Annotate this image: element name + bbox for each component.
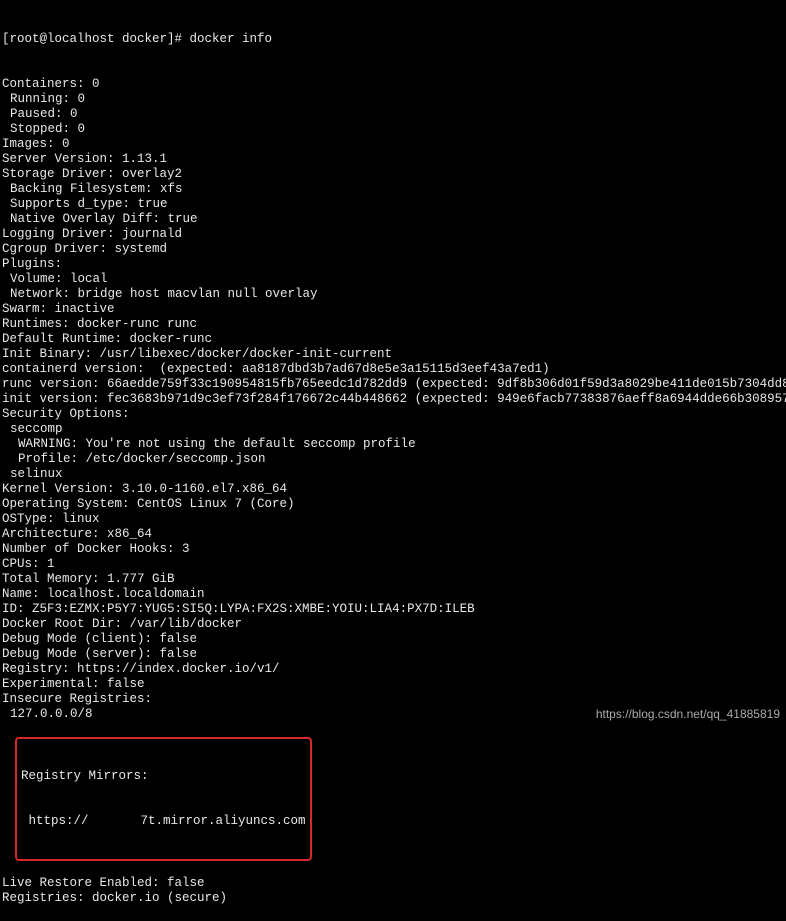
registry-mirrors-label: Registry Mirrors: — [21, 769, 306, 784]
output-line: Storage Driver: overlay2 — [2, 167, 784, 182]
output-line: Backing Filesystem: xfs — [2, 182, 784, 197]
output-line: Running: 0 — [2, 92, 784, 107]
output-line: Supports d_type: true — [2, 197, 784, 212]
output-line: Logging Driver: journald — [2, 227, 784, 242]
output-line: Volume: local — [2, 272, 784, 287]
registry-mirror-url: https://7t.mirror.aliyuncs.com — [21, 814, 306, 829]
output-line: Docker Root Dir: /var/lib/docker — [2, 617, 784, 632]
output-line: Init Binary: /usr/libexec/docker/docker-… — [2, 347, 784, 362]
prompt-line: [root@localhost docker]# docker info — [2, 32, 784, 47]
output-line: CPUs: 1 — [2, 557, 784, 572]
output-line: runc version: 66aedde759f33c190954815fb7… — [2, 377, 784, 392]
output-line: WARNING: You're not using the default se… — [2, 437, 784, 452]
output-line: Debug Mode (client): false — [2, 632, 784, 647]
output-line: Kernel Version: 3.10.0-1160.el7.x86_64 — [2, 482, 784, 497]
output-line: Security Options: — [2, 407, 784, 422]
output-line: Paused: 0 — [2, 107, 784, 122]
output-line: Profile: /etc/docker/seccomp.json — [2, 452, 784, 467]
output-line: Cgroup Driver: systemd — [2, 242, 784, 257]
output-line: Images: 0 — [2, 137, 784, 152]
registry-mirrors-highlight: Registry Mirrors: https://7t.mirror.aliy… — [15, 737, 312, 861]
output-line: Number of Docker Hooks: 3 — [2, 542, 784, 557]
output-line: Registry: https://index.docker.io/v1/ — [2, 662, 784, 677]
output-line: ID: Z5F3:EZMX:P5Y7:YUG5:SI5Q:LYPA:FX2S:X… — [2, 602, 784, 617]
output-line: Default Runtime: docker-runc — [2, 332, 784, 347]
output-line: Network: bridge host macvlan null overla… — [2, 287, 784, 302]
terminal-output: [root@localhost docker]# docker info Con… — [2, 2, 784, 921]
watermark-text: https://blog.csdn.net/qq_41885819 — [596, 707, 780, 722]
output-line: init version: fec3683b971d9c3ef73f284f17… — [2, 392, 784, 407]
output-line: Runtimes: docker-runc runc — [2, 317, 784, 332]
output-line: Stopped: 0 — [2, 122, 784, 137]
redacted-segment — [89, 814, 141, 826]
output-line: Server Version: 1.13.1 — [2, 152, 784, 167]
output-line: Insecure Registries: — [2, 692, 784, 707]
output-line: selinux — [2, 467, 784, 482]
output-line: containerd version: (expected: aa8187dbd… — [2, 362, 784, 377]
output-line: Registries: docker.io (secure) — [2, 891, 784, 906]
output-line: Swarm: inactive — [2, 302, 784, 317]
output-line: Architecture: x86_64 — [2, 527, 784, 542]
output-line: Containers: 0 — [2, 77, 784, 92]
output-line: Experimental: false — [2, 677, 784, 692]
output-line: Operating System: CentOS Linux 7 (Core) — [2, 497, 784, 512]
output-line: Name: localhost.localdomain — [2, 587, 784, 602]
output-line: Live Restore Enabled: false — [2, 876, 784, 891]
output-line: Debug Mode (server): false — [2, 647, 784, 662]
output-line: seccomp — [2, 422, 784, 437]
output-line: OSType: linux — [2, 512, 784, 527]
after-highlight-lines: Live Restore Enabled: falseRegistries: d… — [2, 876, 784, 906]
output-line: Plugins: — [2, 257, 784, 272]
output-lines: Containers: 0Running: 0Paused: 0Stopped:… — [2, 77, 784, 722]
output-line: Native Overlay Diff: true — [2, 212, 784, 227]
output-line: Total Memory: 1.777 GiB — [2, 572, 784, 587]
